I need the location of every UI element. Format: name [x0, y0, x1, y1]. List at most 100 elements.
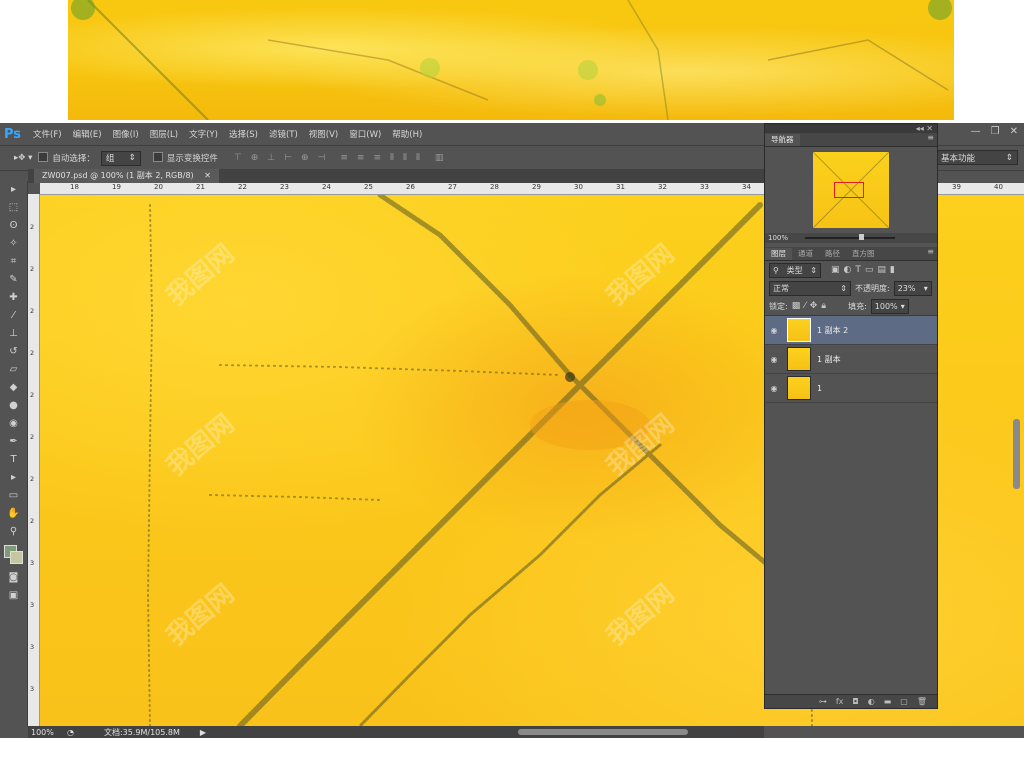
rectangle-tool-icon[interactable]: ▭ — [0, 487, 27, 505]
auto-select-checkbox[interactable] — [38, 152, 49, 162]
paint-bucket-tool-icon[interactable]: ◆ — [0, 379, 27, 397]
auto-select-dropdown[interactable]: 组 ⇕ — [100, 150, 141, 166]
lock-position-icon[interactable]: ✥ — [810, 301, 818, 311]
trash-icon[interactable]: 🗑︎ — [917, 697, 927, 706]
menu-window[interactable]: 窗口(W) — [349, 128, 381, 140]
align-right-icon[interactable]: ⊣ — [318, 153, 326, 163]
show-transform-checkbox[interactable] — [152, 152, 163, 162]
distribute-top-icon[interactable]: ≡ — [340, 153, 348, 163]
menu-view[interactable]: 视图(V) — [309, 128, 338, 140]
distribute-hcenter-icon[interactable]: ⦀ — [403, 153, 407, 163]
zoom-tool-icon[interactable]: ⚲ — [0, 523, 27, 541]
distribute-vcenter-icon[interactable]: ≡ — [357, 153, 365, 163]
crop-tool-icon[interactable]: ⌗ — [0, 253, 27, 271]
panel-menu-icon[interactable]: ≡ — [927, 247, 934, 256]
navigator-zoom-value[interactable]: 100% — [768, 234, 788, 242]
layer-row[interactable]: ◉ 1 副本 2 — [765, 316, 937, 345]
blur-tool-icon[interactable]: ● — [0, 397, 27, 415]
eyedropper-tool-icon[interactable]: ✎ — [0, 271, 27, 289]
close-tab-icon[interactable]: ✕ — [204, 171, 211, 180]
align-bottom-icon[interactable]: ⊥ — [267, 153, 275, 163]
distribute-right-icon[interactable]: ⦀ — [416, 153, 420, 163]
lock-pixels-icon[interactable]: ⁄ — [804, 301, 806, 311]
menu-filter[interactable]: 滤镜(T) — [269, 128, 298, 140]
menu-image[interactable]: 图像(I) — [113, 128, 139, 140]
clone-stamp-tool-icon[interactable]: ⊥ — [0, 325, 27, 343]
path-selection-tool-icon[interactable]: ▸ — [0, 469, 27, 487]
align-left-icon[interactable]: ⊢ — [284, 153, 292, 163]
distribute-left-icon[interactable]: ⦀ — [390, 153, 394, 163]
filter-type-icon[interactable]: T — [855, 265, 861, 275]
filter-smart-object-icon[interactable]: ▤ — [877, 265, 886, 275]
fx-icon[interactable]: fx — [836, 697, 844, 706]
document-tab[interactable]: ZW007.psd @ 100% (1 副本 2, RGB/8) ✕ — [34, 169, 219, 183]
lasso-tool-icon[interactable]: ʘ — [0, 217, 27, 235]
move-tool-icon[interactable]: ▸✥ ▾ — [14, 153, 32, 163]
vertical-scrollbar[interactable] — [1013, 419, 1020, 489]
filter-shape-icon[interactable]: ▭ — [865, 265, 874, 275]
brush-tool-icon[interactable]: ⁄ — [0, 307, 27, 325]
layer-row[interactable]: ◉ 1 副本 — [765, 345, 937, 374]
pen-tool-icon[interactable]: ✒ — [0, 433, 27, 451]
layer-row[interactable]: ◉ 1 — [765, 374, 937, 403]
eye-icon[interactable]: ◉ — [765, 326, 783, 335]
filter-toggle-icon[interactable]: ▮ — [890, 265, 895, 275]
zoom-slider-knob[interactable] — [859, 234, 864, 240]
opacity-input[interactable]: 23% ▾ — [893, 280, 932, 296]
fill-input[interactable]: 100% ▾ — [870, 298, 909, 314]
menu-edit[interactable]: 编辑(E) — [73, 128, 102, 140]
align-vcenter-icon[interactable]: ⊕ — [251, 153, 259, 163]
close-button[interactable]: ✕ — [1010, 126, 1018, 137]
dodge-tool-icon[interactable]: ◉ — [0, 415, 27, 433]
menu-help[interactable]: 帮助(H) — [392, 128, 422, 140]
blend-mode-dropdown[interactable]: 正常 ⇕ — [769, 280, 851, 296]
navigator-thumbnail[interactable] — [812, 151, 890, 229]
menu-type[interactable]: 文字(Y) — [189, 128, 218, 140]
history-brush-tool-icon[interactable]: ↺ — [0, 343, 27, 361]
color-swatches-icon[interactable] — [0, 541, 27, 569]
align-hcenter-icon[interactable]: ⊕ — [301, 153, 309, 163]
quick-mask-icon[interactable]: ◙ — [0, 569, 27, 587]
mask-icon[interactable]: ◘ — [852, 697, 858, 706]
link-icon[interactable]: ⊶ — [819, 697, 827, 706]
menu-file[interactable]: 文件(F) — [33, 128, 62, 140]
tab-histogram[interactable]: 直方图 — [846, 248, 881, 260]
navigator-view-box[interactable] — [834, 182, 864, 198]
restore-button[interactable]: ❐ — [991, 126, 1000, 137]
hand-tool-icon[interactable]: ✋ — [0, 505, 27, 523]
healing-brush-tool-icon[interactable]: ✚ — [0, 289, 27, 307]
menu-layer[interactable]: 图层(L) — [150, 128, 178, 140]
eraser-tool-icon[interactable]: ▱ — [0, 361, 27, 379]
distribute-bottom-icon[interactable]: ≡ — [373, 153, 381, 163]
tab-layers[interactable]: 图层 — [765, 248, 792, 260]
align-top-icon[interactable]: ⊤ — [234, 153, 242, 163]
tab-navigator[interactable]: 导航器 — [765, 134, 800, 146]
auto-align-icon[interactable]: ▥ — [435, 153, 444, 163]
tab-paths[interactable]: 路径 — [819, 248, 846, 260]
panel-collapse-controls[interactable]: ◂◂ ✕ — [765, 124, 937, 133]
navigator-zoom-slider[interactable] — [805, 234, 895, 240]
zoom-level[interactable]: 100% — [31, 728, 67, 737]
lock-all-icon[interactable]: 🔒︎ — [821, 301, 826, 311]
status-menu-arrow-icon[interactable]: ▶ — [200, 728, 206, 737]
status-info-icon[interactable]: ◔ — [67, 728, 74, 737]
panel-menu-icon[interactable]: ≡ — [927, 133, 934, 142]
filter-pixel-icon[interactable]: ▣ — [831, 265, 840, 275]
minimize-button[interactable]: — — [971, 126, 981, 137]
marquee-tool-icon[interactable]: ⬚ — [0, 199, 27, 217]
magic-wand-tool-icon[interactable]: ✧ — [0, 235, 27, 253]
screen-mode-icon[interactable]: ▣ — [0, 587, 27, 605]
layer-filter-dropdown[interactable]: ⚲ 类型 ⇕ — [769, 262, 821, 278]
horizontal-scrollbar[interactable] — [518, 729, 688, 735]
eye-icon[interactable]: ◉ — [765, 384, 783, 393]
eye-icon[interactable]: ◉ — [765, 355, 783, 364]
new-layer-icon[interactable]: ▢ — [900, 697, 908, 706]
type-tool-icon[interactable]: T — [0, 451, 27, 469]
workspace-dropdown[interactable]: 基本功能 ⇕ — [936, 150, 1018, 165]
filter-adjustment-icon[interactable]: ◐ — [844, 265, 852, 275]
adjustment-icon[interactable]: ◐ — [868, 697, 875, 706]
lock-transparent-icon[interactable]: ▩ — [792, 301, 801, 311]
folder-icon[interactable]: ▬ — [884, 697, 892, 706]
tab-channels[interactable]: 通道 — [792, 248, 819, 260]
menu-select[interactable]: 选择(S) — [229, 128, 258, 140]
